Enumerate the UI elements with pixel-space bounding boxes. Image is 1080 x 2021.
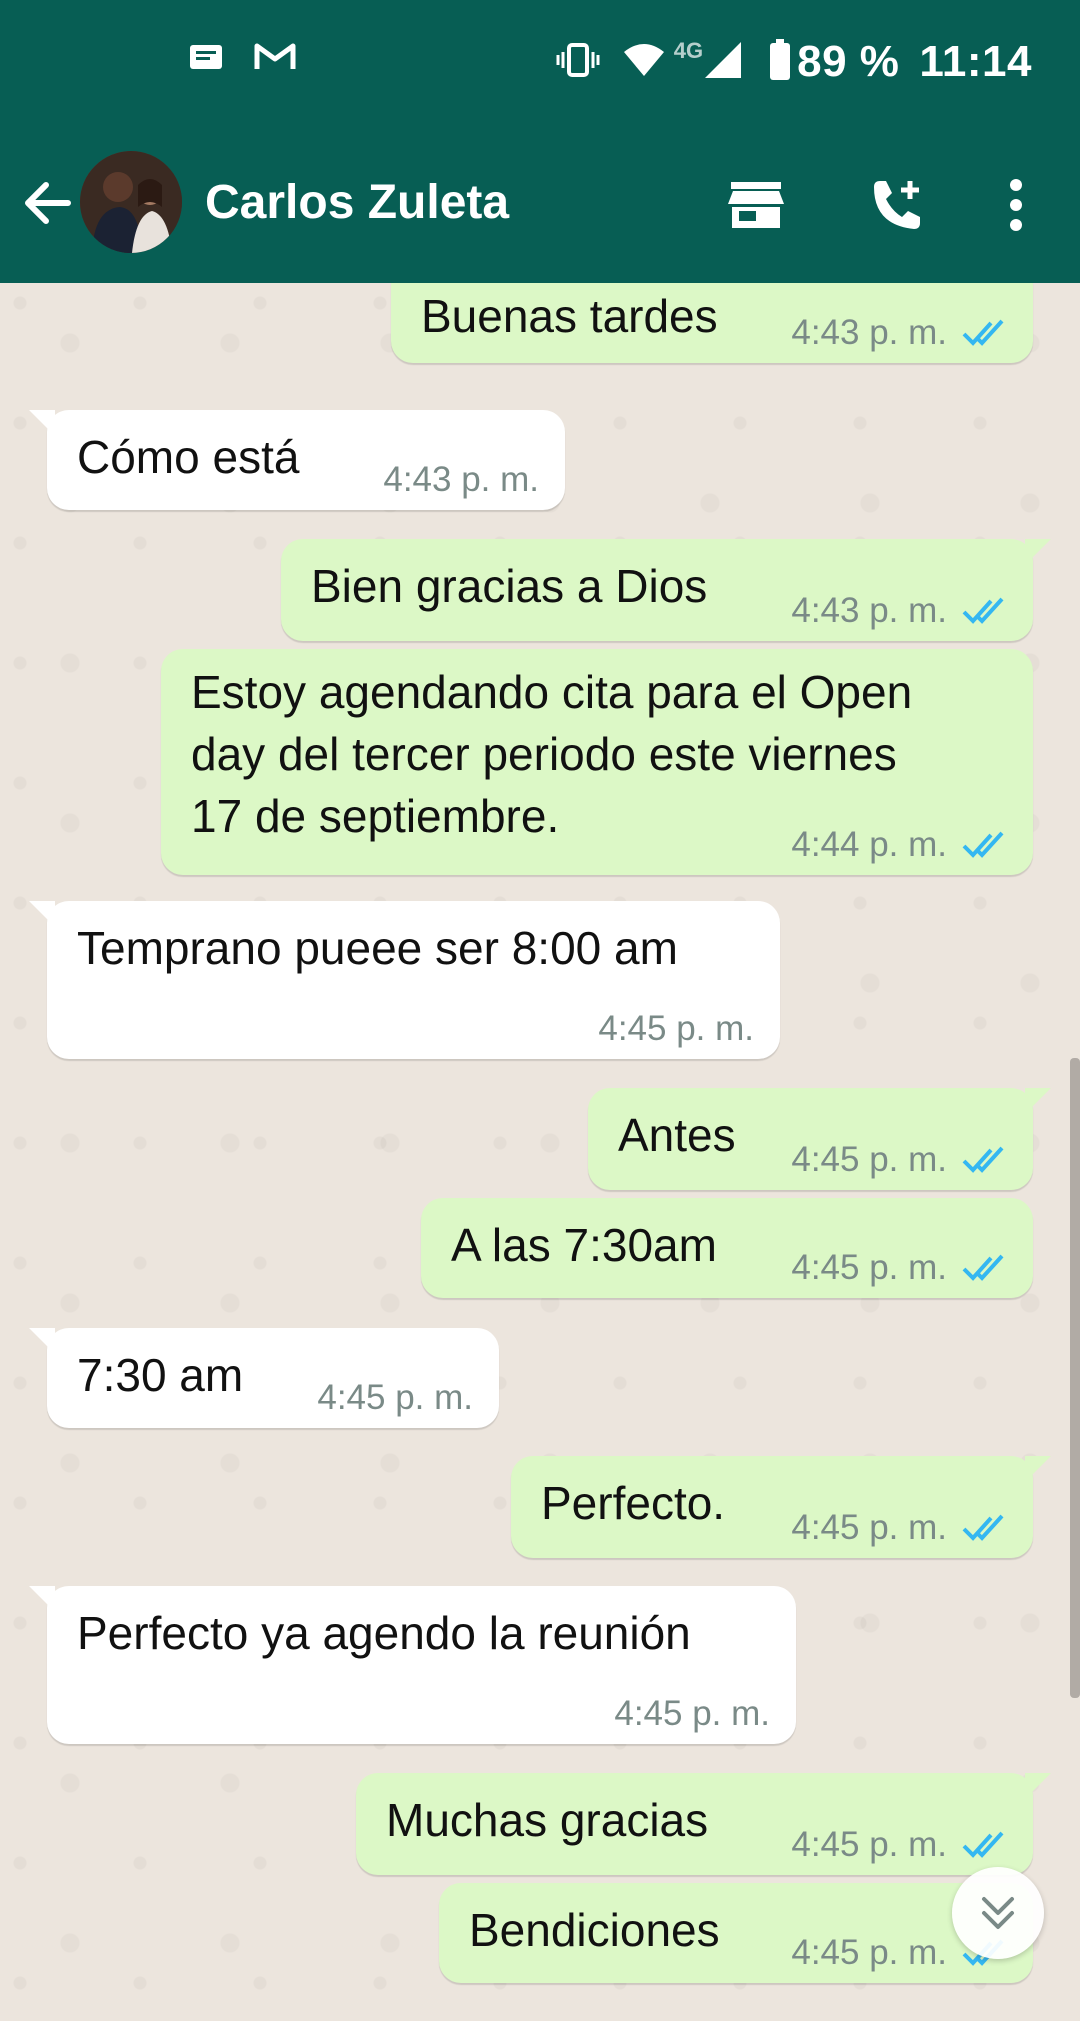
- signal-icon: [703, 40, 743, 85]
- double-check-icon: [962, 831, 1004, 858]
- incoming-message[interactable]: Temprano pueee ser 8:00 am 4:45 p. m.: [29, 901, 780, 1059]
- wifi-icon: [622, 42, 666, 83]
- message-time: 4:43 p. m.: [791, 313, 947, 352]
- message-text: Antes: [618, 1109, 736, 1161]
- scrollbar[interactable]: [1070, 1058, 1080, 1698]
- double-check-icon: [962, 1514, 1004, 1541]
- message-text: Perfecto.: [541, 1477, 726, 1529]
- message-text: Muchas gracias: [386, 1794, 709, 1846]
- double-check-icon: [962, 1146, 1004, 1173]
- message-icon: [188, 42, 224, 77]
- outgoing-message[interactable]: Perfecto. 4:45 p. m.: [511, 1456, 1051, 1558]
- double-check-icon: [962, 597, 1004, 624]
- message-time: 4:45 p. m.: [791, 1933, 947, 1972]
- gmail-icon: [254, 42, 296, 77]
- more-vert-icon[interactable]: [976, 165, 1056, 245]
- chat-header: Carlos Zuleta: [0, 125, 1080, 283]
- contact-name[interactable]: Carlos Zuleta: [205, 175, 509, 230]
- outgoing-message[interactable]: Antes 4:45 p. m.: [588, 1088, 1051, 1190]
- store-icon[interactable]: [716, 165, 796, 245]
- double-check-icon: [962, 1254, 1004, 1281]
- add-call-icon[interactable]: [856, 165, 936, 245]
- message-time: 4:43 p. m.: [791, 591, 947, 630]
- vibrate-icon: [556, 42, 600, 82]
- message-text: Perfecto ya agendo la reunión: [77, 1607, 691, 1659]
- outgoing-message[interactable]: Estoy agendando cita para el Open day de…: [161, 649, 1033, 875]
- clock: 11:14: [919, 37, 1032, 86]
- chat-area[interactable]: Buenas tardes 4:43 p. m. Cómo está 4:43 …: [0, 283, 1080, 2021]
- message-text-line: day del tercer periodo este viernes: [191, 728, 897, 780]
- avatar[interactable]: [80, 151, 182, 253]
- message-text: Bien gracias a Dios: [311, 560, 708, 612]
- message-time: 4:45 p. m.: [614, 1694, 770, 1733]
- battery-icon: [769, 38, 791, 86]
- outgoing-message[interactable]: Buenas tardes 4:43 p. m.: [391, 283, 1033, 363]
- message-text: 7:30 am: [77, 1349, 244, 1401]
- incoming-message[interactable]: Perfecto ya agendo la reunión 4:45 p. m.: [29, 1586, 796, 1744]
- status-bar: 4G 89 % 11:14: [0, 0, 1080, 125]
- outgoing-message[interactable]: A las 7:30am 4:45 p. m.: [421, 1198, 1033, 1298]
- incoming-message[interactable]: Cómo está 4:43 p. m.: [29, 410, 565, 510]
- message-text: A las 7:30am: [451, 1219, 717, 1271]
- outgoing-message[interactable]: Muchas gracias 4:45 p. m.: [356, 1773, 1051, 1875]
- battery-percent: 89 %: [797, 37, 900, 86]
- message-time: 4:45 p. m.: [791, 1248, 947, 1287]
- message-time: 4:45 p. m.: [791, 1140, 947, 1179]
- message-text: Buenas tardes: [421, 290, 718, 342]
- scroll-down-button[interactable]: [952, 1867, 1044, 1959]
- outgoing-message[interactable]: Bendiciones 4:45 p. m.: [439, 1883, 1033, 1983]
- message-text: Bendiciones: [469, 1904, 720, 1956]
- network-type: 4G: [673, 38, 704, 63]
- message-text: Temprano pueee ser 8:00 am: [77, 922, 678, 974]
- back-arrow-icon[interactable]: [18, 173, 78, 233]
- notification-icons: [188, 42, 296, 77]
- outgoing-message[interactable]: Bien gracias a Dios 4:43 p. m.: [281, 539, 1051, 641]
- double-chevron-down-icon: [982, 1897, 1014, 1929]
- double-check-icon: [962, 319, 1004, 346]
- message-time: 4:45 p. m.: [598, 1009, 754, 1048]
- incoming-message[interactable]: 7:30 am 4:45 p. m.: [29, 1328, 499, 1428]
- message-time: 4:45 p. m.: [317, 1378, 473, 1417]
- message-time: 4:43 p. m.: [383, 460, 539, 499]
- message-time: 4:45 p. m.: [791, 1825, 947, 1864]
- message-text: Cómo está: [77, 431, 300, 483]
- message-time: 4:44 p. m.: [791, 825, 947, 864]
- double-check-icon: [962, 1831, 1004, 1858]
- message-time: 4:45 p. m.: [791, 1508, 947, 1547]
- message-text-line: Estoy agendando cita para el Open: [191, 666, 913, 718]
